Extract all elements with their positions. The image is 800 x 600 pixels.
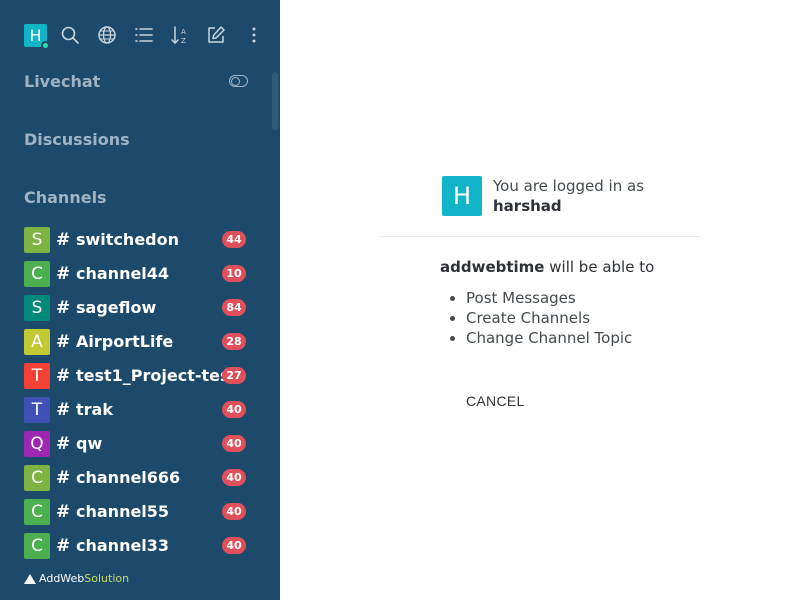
online-status-icon — [41, 41, 50, 50]
hash-icon: # — [56, 298, 71, 318]
able-text: will be able to — [549, 258, 655, 276]
logged-in-user-avatar: H — [442, 176, 482, 216]
hash-icon: # — [56, 366, 71, 386]
unread-badge: 40 — [222, 503, 246, 520]
unread-badge: 40 — [222, 435, 246, 452]
unread-badge: 40 — [222, 537, 246, 554]
channel-avatar: S — [24, 227, 50, 253]
brand-mark-icon — [24, 573, 36, 584]
sort-icon[interactable]: AZ — [170, 25, 190, 45]
sidebar: H AZ Livechat Discussions Channels S # s… — [0, 0, 280, 600]
hash-icon: # — [56, 502, 71, 522]
channel-name: channel44 — [76, 264, 170, 283]
more-icon[interactable] — [244, 25, 264, 45]
channel-name: channel666 — [76, 468, 181, 487]
app-name: addwebtime — [440, 258, 545, 276]
brand-name-part1: AddWeb — [39, 572, 85, 585]
channel-item[interactable]: S # switchedon 44 — [0, 223, 280, 257]
channel-item[interactable]: C # channel666 40 — [0, 461, 280, 495]
channel-avatar: Q — [24, 431, 50, 457]
channel-item[interactable]: C # channel33 40 — [0, 529, 280, 563]
user-avatar-letter: H — [29, 26, 42, 45]
channel-avatar: T — [24, 397, 50, 423]
search-icon[interactable] — [60, 25, 80, 45]
hash-icon: # — [56, 230, 71, 250]
channel-name: channel55 — [76, 502, 170, 521]
unread-badge: 10 — [222, 265, 246, 282]
brand-name-part2: Solution — [84, 572, 130, 585]
channel-list: S # switchedon 44 C # channel44 10 S # s… — [0, 223, 280, 563]
unread-badge: 27 — [222, 367, 246, 384]
hash-icon: # — [56, 434, 71, 454]
channel-item[interactable]: C # channel55 40 — [0, 495, 280, 529]
user-avatar[interactable]: H — [24, 24, 50, 50]
svg-text:Z: Z — [181, 37, 186, 45]
channel-avatar: S — [24, 295, 50, 321]
hash-icon: # — [56, 400, 71, 420]
list-icon[interactable] — [134, 25, 154, 45]
channel-name: qw — [76, 434, 103, 453]
channel-name: channel33 — [76, 536, 170, 555]
permission-item: Change Channel Topic — [450, 328, 632, 348]
divider — [380, 236, 701, 237]
unread-badge: 40 — [222, 401, 246, 418]
channel-avatar: C — [24, 533, 50, 559]
section-title-channels: Channels — [24, 188, 107, 207]
svg-text:A: A — [181, 28, 186, 36]
hash-icon: # — [56, 332, 71, 352]
edit-icon[interactable] — [206, 25, 226, 45]
sidebar-header: H AZ — [0, 16, 280, 54]
channel-name: AirportLife — [76, 332, 174, 351]
channel-item[interactable]: T # trak 40 — [0, 393, 280, 427]
authorize-panel: H You are logged in as harshad addwebtim… — [280, 0, 800, 600]
logged-in-label: You are logged in as — [493, 177, 645, 195]
permission-item: Create Channels — [450, 308, 632, 328]
channel-avatar: C — [24, 499, 50, 525]
unread-badge: 44 — [222, 231, 246, 248]
channel-item[interactable]: S # sageflow 84 — [0, 291, 280, 325]
channel-name: sageflow — [76, 298, 157, 317]
hash-icon: # — [56, 264, 71, 284]
sidebar-scrollbar[interactable] — [272, 72, 278, 130]
unread-badge: 84 — [222, 299, 246, 316]
permission-item: Post Messages — [450, 288, 632, 308]
globe-icon[interactable] — [97, 25, 117, 45]
channel-avatar: A — [24, 329, 50, 355]
livechat-toggle[interactable] — [229, 75, 248, 87]
brand-logo: AddWeb Solution — [24, 572, 129, 585]
channel-avatar: T — [24, 363, 50, 389]
logged-in-username: harshad — [493, 197, 562, 215]
unread-badge: 28 — [222, 333, 246, 350]
permission-list: Post Messages Create Channels Change Cha… — [450, 288, 632, 348]
channel-name: trak — [76, 400, 113, 419]
channel-avatar: C — [24, 261, 50, 287]
channel-item[interactable]: A # AirportLife 28 — [0, 325, 280, 359]
hash-icon: # — [56, 468, 71, 488]
section-title-discussions: Discussions — [24, 130, 130, 149]
channel-item[interactable]: Q # qw 40 — [0, 427, 280, 461]
channel-item[interactable]: C # channel44 10 — [0, 257, 280, 291]
hash-icon: # — [56, 536, 71, 556]
channel-avatar: C — [24, 465, 50, 491]
permission-heading: addwebtime will be able to — [440, 258, 654, 276]
cancel-button[interactable]: CANCEL — [466, 393, 525, 409]
channel-item[interactable]: T # test1_Project-test 27 — [0, 359, 280, 393]
unread-badge: 40 — [222, 469, 246, 486]
channel-name: test1_Project-test — [76, 366, 238, 385]
section-title-livechat: Livechat — [24, 72, 101, 91]
channel-name: switchedon — [76, 230, 179, 249]
